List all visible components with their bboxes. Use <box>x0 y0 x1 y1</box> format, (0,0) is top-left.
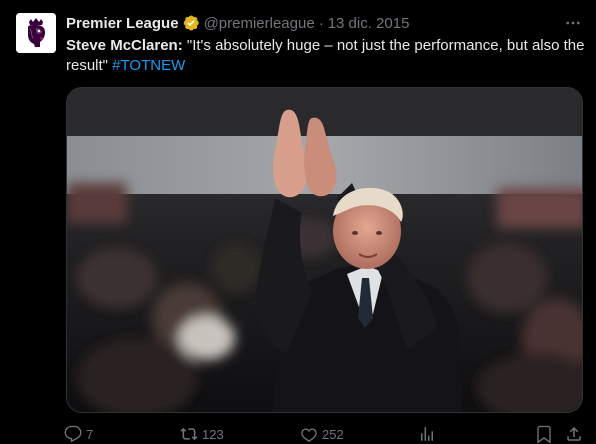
views-button[interactable] <box>418 424 440 444</box>
reply-button[interactable]: 7 <box>64 424 93 444</box>
tweet-text: Steve McClaren: "It's absolutely huge – … <box>66 36 586 76</box>
share-button[interactable] <box>565 424 587 444</box>
verified-badge-icon[interactable] <box>182 14 200 32</box>
author-name[interactable]: Premier League <box>66 15 179 32</box>
avatar[interactable] <box>16 13 56 53</box>
views-icon <box>421 427 433 441</box>
tweet-text-lead: Steve McClaren: <box>66 37 183 54</box>
bookmark-button[interactable] <box>535 424 557 444</box>
tweet-actions: 7 123 252 <box>0 424 596 444</box>
more-icon[interactable] <box>562 13 584 33</box>
tweet-header: Premier League @premierleague · 13 dic. … <box>66 12 409 34</box>
tweet-date[interactable]: 13 dic. 2015 <box>328 15 410 32</box>
tweet[interactable]: Premier League @premierleague · 13 dic. … <box>0 0 596 444</box>
like-button[interactable]: 252 <box>300 424 344 444</box>
like-icon <box>301 428 317 442</box>
like-count: 252 <box>322 426 344 442</box>
bookmark-icon <box>537 425 551 443</box>
tweet-media-photo[interactable] <box>66 87 583 413</box>
premier-league-logo-icon <box>16 13 56 53</box>
reply-count: 7 <box>86 426 94 442</box>
retweet-count: 123 <box>202 426 224 442</box>
photo-image <box>67 88 582 412</box>
author-handle[interactable]: @premierleague <box>204 15 315 32</box>
retweet-icon <box>180 427 198 441</box>
share-icon <box>567 426 581 441</box>
retweet-button[interactable]: 123 <box>180 424 224 444</box>
separator-dot: · <box>318 14 324 32</box>
reply-icon <box>64 425 82 443</box>
hashtag-link[interactable]: #TOTNEW <box>112 57 185 74</box>
